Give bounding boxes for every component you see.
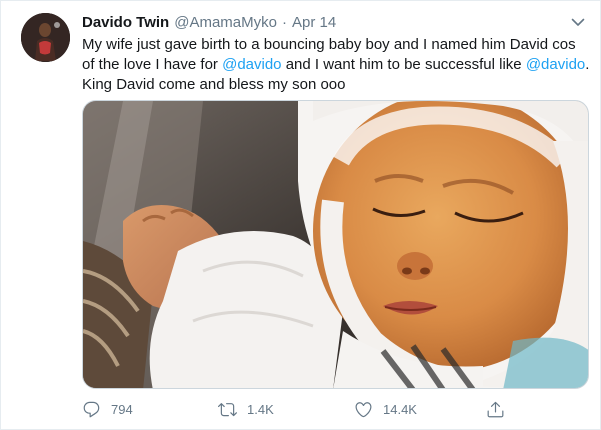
avatar-image xyxy=(21,13,70,62)
like-count: 14.4K xyxy=(383,402,417,417)
mention-link[interactable]: @davido xyxy=(222,56,281,73)
share-icon xyxy=(487,401,504,417)
separator-dot: · xyxy=(281,13,287,31)
tweet-actions: 794 1.4K 14.4K xyxy=(82,398,512,420)
tweet-date[interactable]: Apr 14 xyxy=(292,14,336,31)
tweet-header: Davido Twin @AmamaMyko · Apr 14 xyxy=(82,11,336,33)
tweet-photo[interactable] xyxy=(82,100,589,389)
retweet-button[interactable]: 1.4K xyxy=(218,398,274,420)
reply-button[interactable]: 794 xyxy=(82,398,133,420)
reply-icon xyxy=(83,401,100,417)
display-name[interactable]: Davido Twin xyxy=(82,14,169,31)
heart-icon xyxy=(355,401,372,417)
avatar[interactable] xyxy=(21,13,70,62)
mention-link[interactable]: @davido xyxy=(526,56,585,73)
chevron-down-icon[interactable] xyxy=(569,13,587,31)
baby-photo-image xyxy=(83,101,588,388)
retweet-icon xyxy=(218,402,237,416)
reply-count: 794 xyxy=(111,402,133,417)
like-button[interactable]: 14.4K xyxy=(354,398,417,420)
user-handle[interactable]: @AmamaMyko xyxy=(174,14,277,31)
tweet-text-part: and I want him to be successful like xyxy=(281,56,526,73)
share-button[interactable] xyxy=(486,398,515,420)
tweet-text: My wife just gave birth to a bouncing ba… xyxy=(82,35,592,95)
retweet-count: 1.4K xyxy=(247,402,274,417)
tweet-card[interactable]: Davido Twin @AmamaMyko · Apr 14 My wife … xyxy=(0,0,601,430)
